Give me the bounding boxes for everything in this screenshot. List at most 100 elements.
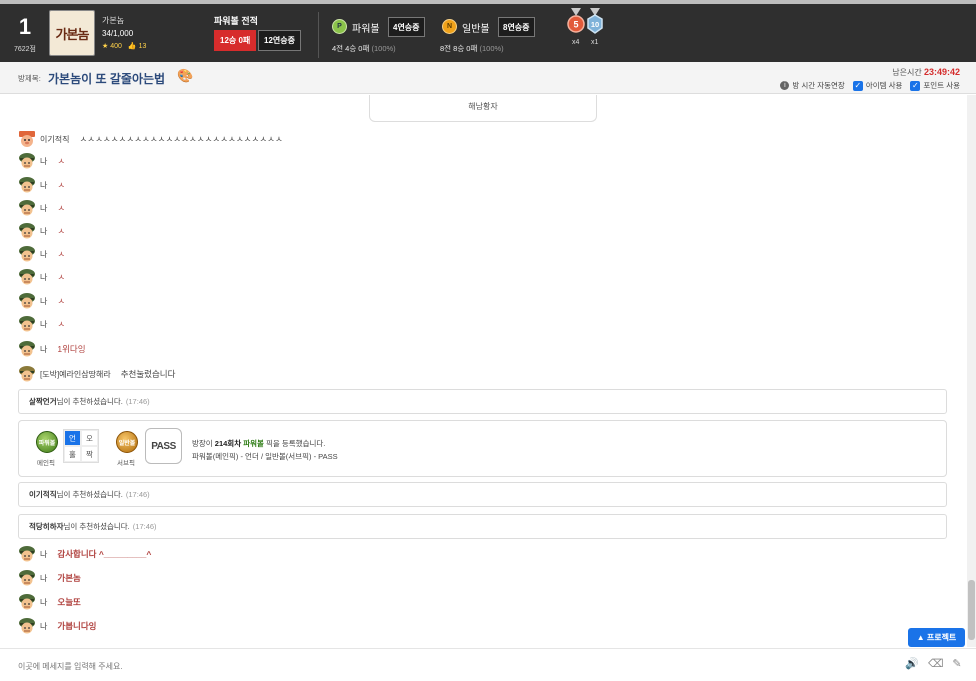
magic-wand-icon[interactable]: ✎ [950, 657, 964, 671]
pick-over: 오 [81, 430, 98, 446]
user-avatar-icon[interactable] [18, 246, 36, 262]
user-avatar-icon[interactable] [18, 341, 36, 357]
chat-message-text: ㅅ [57, 226, 66, 236]
option-auto-extend[interactable]: i방 시간 자동연장 [780, 80, 845, 91]
pick-odd: 홀 [64, 446, 81, 462]
user-avatar-icon[interactable] [18, 546, 36, 562]
normalball-ball-icon: 일반볼 [116, 431, 138, 453]
normalball-record: 8전 8승 0패 (100%) [440, 43, 504, 54]
eraser-icon[interactable]: ⌫ [928, 657, 944, 671]
powerball-icon: P [332, 19, 347, 34]
chat-message-user[interactable]: 나 [40, 597, 47, 608]
remaining-time: 남은시간 23:49:42 [892, 67, 960, 78]
chat-message: 나ㅅ [18, 176, 65, 194]
option-use-point[interactable]: ✓ 포인트 사용 [910, 80, 960, 91]
chat-message-text: ㅅ [57, 156, 66, 166]
notice-text: 님이 추천하셨습니다. [63, 522, 130, 531]
chat-message-user[interactable]: 나 [40, 296, 47, 307]
checkbox-checked-icon[interactable]: ✓ [910, 80, 921, 91]
user-avatar-icon[interactable] [18, 131, 36, 147]
chat-scrollbar[interactable] [967, 95, 976, 647]
divider [318, 12, 319, 58]
chat-message-user[interactable]: 나 [40, 180, 47, 191]
user-avatar-icon[interactable] [18, 316, 36, 332]
chat-message: 나ㅅ [18, 268, 65, 286]
chat-message-text: 오늘또 [57, 597, 81, 607]
speaker-icon[interactable]: 🔊 [905, 657, 919, 671]
chat-message-user[interactable]: [도박]예라인삼땅해라 [40, 369, 111, 380]
chat-message-user[interactable]: 나 [40, 573, 47, 584]
protect-button[interactable]: ▲ 프로젝트 [908, 628, 965, 647]
avatar-logo-text: 가본놈 [55, 27, 90, 43]
user-avatar-icon[interactable] [18, 153, 36, 169]
user-avatar-icon[interactable] [18, 177, 36, 193]
chat-message: 나 가본놈 [18, 569, 81, 587]
chat-message: [도박]예라인삼땅해라 추천눌렀습니다 [18, 365, 175, 383]
system-recommend-notice: 적당히하자 님이 추천하셨습니다. (17:46) [18, 514, 947, 539]
chat-message: 나ㅅ [18, 152, 65, 170]
chat-message-user[interactable]: 나 [40, 156, 47, 167]
chat-message: 나ㅅ [18, 245, 65, 263]
user-avatar-icon[interactable] [18, 366, 36, 382]
chat-message: 나ㅅ [18, 199, 65, 217]
room-title-label: 방제목: [18, 74, 41, 83]
chat-message-text: ㅅ [57, 296, 66, 306]
star-stat: ★ 400 [102, 42, 122, 50]
rank-number: 1 [18, 14, 32, 39]
medal-5-count: x4 [572, 39, 580, 46]
user-avatar-icon[interactable] [18, 269, 36, 285]
message-input[interactable] [18, 658, 868, 674]
chat-message-user[interactable]: 나 [40, 549, 47, 560]
profile-avatar[interactable]: 가본놈 [49, 10, 95, 56]
chat-message-user[interactable]: 나 [40, 319, 47, 330]
chat-message: 이기적직 ㅅㅅㅅㅅㅅㅅㅅㅅㅅㅅㅅㅅㅅㅅㅅㅅㅅㅅㅅㅅㅅㅅㅅㅅㅅㅅ [18, 130, 283, 148]
user-avatar-icon[interactable] [18, 223, 36, 239]
powerball-record-title: 파워볼 전적 [214, 16, 258, 26]
chat-message-text: 가본놈 [57, 573, 81, 583]
user-avatar-icon[interactable] [18, 618, 36, 634]
option-use-point-label: 포인트 사용 [923, 81, 960, 90]
medal-10-icon: 10 [587, 8, 603, 34]
chat-message: 나 오늘또 [18, 593, 81, 611]
rank-points: 7622점 [13, 46, 36, 53]
medal-5-icon: 5 [567, 8, 585, 33]
powerball-record-streak: 12연승중 [258, 30, 301, 51]
chat-scrollbar-thumb[interactable] [968, 580, 975, 640]
user-avatar-icon[interactable] [18, 594, 36, 610]
star-icon: ★ [102, 43, 109, 50]
chat-message-user[interactable]: 나 [40, 344, 47, 355]
svg-text:10: 10 [591, 20, 599, 29]
chat-message-user[interactable]: 나 [40, 621, 47, 632]
checkbox-checked-icon[interactable]: ✓ [852, 80, 863, 91]
chat-message-user[interactable]: 나 [40, 226, 47, 237]
pick-registered-card: 파워볼 메인픽 언 오 홀 짝 일반볼 서브픽 PASS 방장이 214회차 파… [18, 420, 947, 477]
info-icon: i [780, 81, 790, 90]
chat-message-user[interactable]: 나 [40, 249, 47, 260]
normalball-label: 일반볼 [462, 24, 490, 35]
chat-message-text: ㅅ [57, 272, 66, 282]
chat-message-user[interactable]: 이기적직 [40, 134, 69, 145]
notice-text: 님이 추천하셨습니다. [56, 490, 123, 499]
powerball-streak: 4연승중 [388, 17, 425, 37]
powerball-ball-icon: 파워볼 [36, 431, 58, 453]
option-auto-extend-label: 방 시간 자동연장 [792, 81, 845, 90]
cut-off-card: 해남황자 [369, 95, 597, 122]
user-avatar-icon[interactable] [18, 570, 36, 586]
pick-game: 파워볼 [243, 439, 264, 448]
palette-icon: 🎨 [177, 68, 194, 83]
user-avatar-icon[interactable] [18, 200, 36, 216]
pick-under: 언 [64, 430, 81, 446]
chat-message-text: ㅅ [57, 180, 66, 190]
notice-user: 이기적직 [29, 490, 57, 499]
pick-grid: 언 오 홀 짝 [63, 429, 99, 463]
user-avatar-icon[interactable] [18, 293, 36, 309]
notice-user: 적당히하자 [29, 522, 64, 531]
profile-exp: 34/1,000 [102, 29, 134, 38]
chat-area[interactable]: 해남황자 이기적직 ㅅㅅㅅㅅㅅㅅㅅㅅㅅㅅㅅㅅㅅㅅㅅㅅㅅㅅㅅㅅㅅㅅㅅㅅㅅㅅ 나 ㅅ 나 ㅅ 나… [0, 95, 966, 647]
chat-message: 나 1위다잉 [18, 340, 86, 358]
system-recommend-notice: 이기적직 님이 추천하셨습니다. (17:46) [18, 482, 947, 507]
chat-message-user[interactable]: 나 [40, 272, 47, 283]
chat-message-user[interactable]: 나 [40, 203, 47, 214]
option-use-item[interactable]: ✓ 아이템 사용 [852, 80, 902, 91]
main-pick-caption: 메인픽 [37, 460, 55, 467]
